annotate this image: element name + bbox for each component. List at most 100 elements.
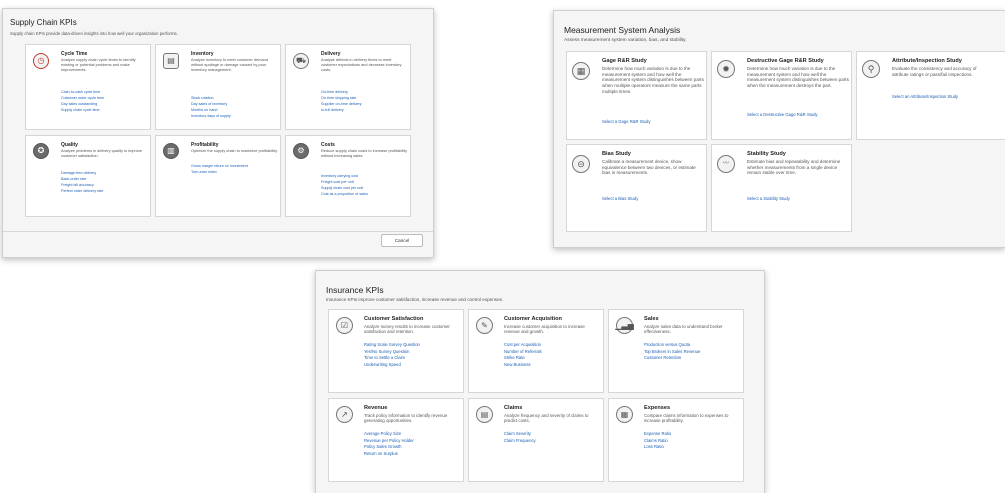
link-select-gage-rr[interactable]: Select a Gage R&R Study — [602, 119, 650, 125]
link-cost-per-acquisition[interactable]: Cost per Acquisition — [504, 342, 542, 349]
card-description: Analyze supply chain cycle times to iden… — [61, 57, 136, 72]
link-policy-sales-growth[interactable]: Policy Sales Growth — [364, 444, 414, 451]
link-claims-ratio[interactable]: Claims Ratio — [644, 438, 671, 445]
card-title: Bias Study — [602, 151, 631, 157]
card-description: Compare claims information to expenses t… — [644, 413, 729, 424]
insurance-kpis-dialog: Insurance KPIs Insurance KPIs improve cu… — [315, 270, 765, 493]
survey-icon: ☑ — [336, 317, 353, 334]
dialog-title: Insurance KPIs — [326, 285, 384, 295]
card-claims[interactable]: ▤ Claims Analyze frequency and severity … — [468, 398, 604, 482]
card-customer-acquisition[interactable]: ✎ Customer Acquisition Increase customer… — [468, 309, 604, 393]
card-stability-study[interactable]: 〰 Stability Study Estimate bias and repe… — [711, 144, 852, 232]
link-loss-ratio[interactable]: Loss Ratio — [644, 444, 671, 451]
acquisition-icon: ✎ — [476, 317, 493, 334]
link-select-attribute-inspection[interactable]: Select an Attribute/Inspection Study — [892, 94, 958, 100]
dialog-subtitle: Insurance KPIs improve customer satisfac… — [326, 297, 504, 302]
card-title: Stability Study — [747, 151, 786, 157]
card-attribute-inspection[interactable]: ⚲ Attribute/Inspection Study Evaluate th… — [856, 51, 1005, 140]
dialog-subtitle: Assess measurement system variation, bia… — [564, 38, 687, 43]
card-description: Analyze survey results to increase custo… — [364, 324, 450, 335]
card-description: Evaluate the consistency and accuracy of… — [892, 66, 977, 77]
link-new-business[interactable]: New Business — [504, 362, 542, 369]
supply-chain-kpis-dialog: Supply Chain KPIs Supply chain KPIs prov… — [2, 8, 434, 258]
link-average-policy-size[interactable]: Average Policy Size — [364, 431, 414, 438]
link-perfect-order[interactable]: Perfect order delivery rate — [61, 188, 103, 194]
card-description: Analyze sales data to understand broker … — [644, 324, 723, 335]
card-expenses[interactable]: ▦ Expenses Compare claims information to… — [608, 398, 744, 482]
stopwatch-icon: ◷ — [33, 53, 49, 69]
card-quality[interactable]: ✪ Quality Analyze problems in delivery q… — [25, 135, 151, 217]
link-rating-scale-survey[interactable]: Rating Scale Survey Question — [364, 342, 420, 349]
card-bias-study[interactable]: ⊝ Bias Study Calibrate a measurement dev… — [566, 144, 707, 232]
card-description: Optimize the supply chain to maximize pr… — [191, 148, 278, 153]
link-return-on-surplus[interactable]: Return on Surplus — [364, 451, 414, 458]
destructive-gage-icon: ✹ — [717, 60, 735, 78]
dialog-title: Supply Chain KPIs — [10, 18, 77, 27]
card-inventory[interactable]: ▤ Inventory Analyze inventory to meet cu… — [155, 44, 281, 130]
dialog-title: Measurement System Analysis — [564, 25, 681, 35]
link-cost-proportion-sales[interactable]: Cost as a proportion of sales — [321, 191, 368, 197]
magnifier-icon: ⚲ — [862, 60, 880, 78]
card-profitability[interactable]: ▥ Profitability Optimize the supply chai… — [155, 135, 281, 217]
card-title: Customer Acquisition — [504, 316, 562, 322]
link-claim-frequency[interactable]: Claim Frequency — [504, 438, 536, 445]
link-select-destructive-gage-rr[interactable]: Select a Destructive Gage R&R Study — [747, 112, 818, 118]
link-inventory-days[interactable]: Inventory days of supply — [191, 113, 231, 119]
card-costs[interactable]: ⚙ Costs Reduce supply chain costs to inc… — [285, 135, 411, 217]
link-time-to-settle[interactable]: Time to Settle a Claim — [364, 355, 420, 362]
link-select-stability-study[interactable]: Select a Stability Study — [747, 196, 790, 202]
link-underwriting-speed[interactable]: Underwriting Speed — [364, 362, 420, 369]
card-title: Sales — [644, 316, 659, 322]
card-cycle-time[interactable]: ◷ Cycle Time Analyze supply chain cycle … — [25, 44, 151, 130]
card-description: Determine how much variation is due to t… — [602, 66, 704, 94]
link-revenue-per-policy-holder[interactable]: Revenue per Policy Holder — [364, 438, 414, 445]
profit-chart-icon: ▥ — [163, 143, 179, 159]
card-customer-satisfaction[interactable]: ☑ Customer Satisfaction Analyze survey r… — [328, 309, 464, 393]
msa-dialog: Measurement System Analysis Assess measu… — [553, 10, 1005, 248]
gage-icon: ▦ — [572, 62, 590, 80]
card-gage-rr[interactable]: ▦ Gage R&R Study Determine how much vari… — [566, 51, 707, 140]
card-title: Claims — [504, 405, 523, 411]
expenses-calculator-icon: ▦ — [616, 406, 633, 423]
card-description: Analyze frequency and severity of claims… — [504, 413, 589, 424]
delivery-truck-icon: ⛟ — [293, 53, 309, 69]
link-claim-severity[interactable]: Claim Severity — [504, 431, 536, 438]
card-title: Gage R&R Study — [602, 58, 647, 64]
link-supply-chain-cycle[interactable]: Supply chain cycle time — [61, 107, 104, 113]
link-yes-no-survey[interactable]: Yes/No Survey Question — [364, 349, 420, 356]
link-turn-earn-index[interactable]: Turn-earn index — [191, 169, 248, 175]
footer-divider — [3, 231, 433, 232]
card-description: Estimate bias and repeatability and dete… — [747, 159, 841, 176]
sales-chart-icon: ▁▃▅ — [615, 317, 634, 334]
card-description: Increase customer acquisition to increas… — [504, 324, 585, 335]
link-in-full-delivery[interactable]: In-full delivery — [321, 107, 362, 113]
card-title: Expenses — [644, 405, 671, 411]
claims-doc-icon: ▤ — [476, 406, 493, 423]
link-number-of-referrals[interactable]: Number of Referrals — [504, 349, 542, 356]
card-description: Reduce supply chain costs to increase pr… — [321, 148, 408, 158]
link-strike-rate[interactable]: Strike Rate — [504, 355, 542, 362]
stability-icon: 〰 — [717, 155, 735, 173]
card-title: Customer Satisfaction — [364, 316, 424, 322]
card-destructive-gage-rr[interactable]: ✹ Destructive Gage R&R Study Determine h… — [711, 51, 852, 140]
revenue-icon: ↗ — [336, 406, 353, 423]
card-title: Revenue — [364, 405, 388, 411]
link-select-bias-study[interactable]: Select a Bias Study — [602, 196, 638, 202]
link-customer-retention[interactable]: Customer Retention — [644, 355, 700, 362]
link-expense-ratio[interactable]: Expense Ratio — [644, 431, 671, 438]
link-top-brokers[interactable]: Top Brokers in Sales Revenue — [644, 349, 700, 356]
card-sales[interactable]: ▁▃▅ Sales Analyze sales data to understa… — [608, 309, 744, 393]
link-production-vs-quota[interactable]: Production versus Quota — [644, 342, 700, 349]
card-delivery[interactable]: ⛟ Delivery Analyze defects in delivery t… — [285, 44, 411, 130]
card-title: Destructive Gage R&R Study — [747, 58, 824, 64]
cancel-button[interactable]: Cancel — [381, 234, 423, 247]
card-description: Calibrate a measurement device, show equ… — [602, 159, 696, 176]
card-description: Analyze inventory to meet customer deman… — [191, 57, 268, 72]
dialog-subtitle: Supply chain KPIs provide data-driven in… — [10, 31, 178, 36]
card-description: Determine how much variation is due to t… — [747, 66, 849, 89]
quality-badge-icon: ✪ — [33, 143, 49, 159]
card-description: Analyze problems in delivery quality to … — [61, 148, 143, 158]
card-description: Track policy information to identify rev… — [364, 413, 448, 424]
bias-gauge-icon: ⊝ — [572, 155, 590, 173]
card-revenue[interactable]: ↗ Revenue Track policy information to id… — [328, 398, 464, 482]
